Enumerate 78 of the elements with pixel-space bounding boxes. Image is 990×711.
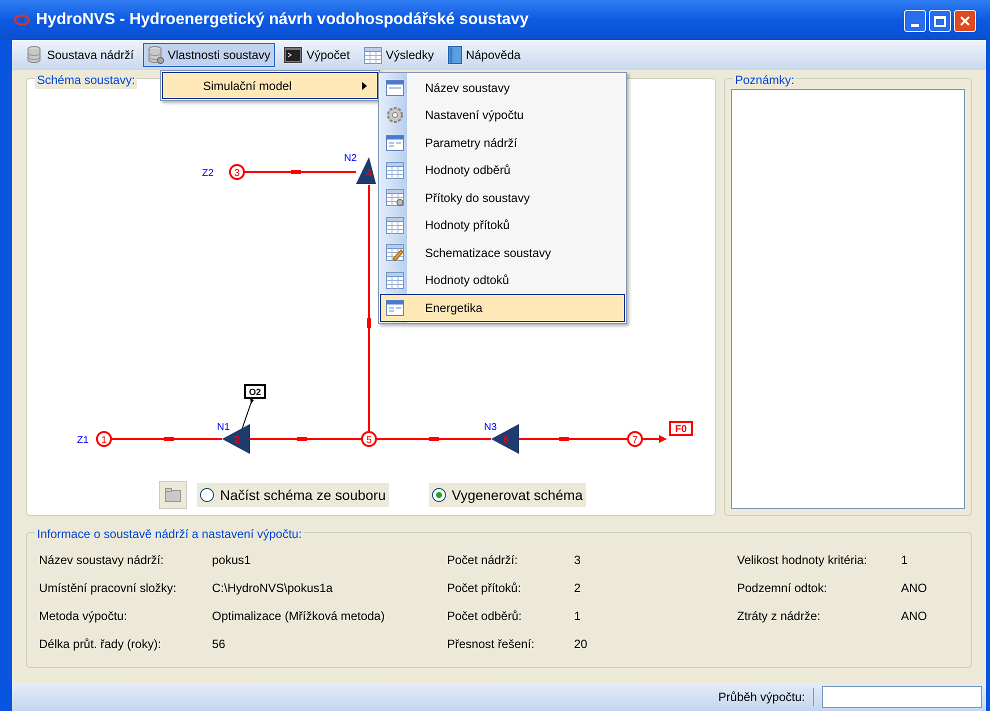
reservoir-triangle: 4 bbox=[356, 157, 376, 184]
submenu-entry[interactable]: Hodnoty odběrů bbox=[380, 156, 625, 184]
submenu-entry[interactable]: Název soustavy bbox=[380, 74, 625, 102]
open-file-button[interactable] bbox=[159, 481, 187, 509]
info-value: Optimalizace (Mřížková metoda) bbox=[212, 608, 385, 623]
node-circle: 7 bbox=[627, 431, 643, 447]
table-gear-icon bbox=[386, 189, 404, 206]
menu-item[interactable]: Nápověda bbox=[442, 43, 526, 67]
maximize-button[interactable] bbox=[929, 10, 951, 32]
node-label: Z2 bbox=[202, 168, 214, 179]
info-value: 3 bbox=[574, 552, 581, 567]
info-label: Přesnost řešení: bbox=[447, 636, 536, 651]
menu-item[interactable]: Soustava nádrží bbox=[22, 43, 139, 67]
radio-button[interactable] bbox=[432, 488, 446, 502]
menu-entry[interactable]: Simulační model bbox=[162, 72, 378, 99]
reservoir-label: N3 bbox=[484, 422, 497, 433]
submenu-entry[interactable]: Nastavení výpočtu bbox=[380, 102, 625, 129]
outflow-arrow bbox=[642, 435, 667, 443]
submenu-entry[interactable]: Energetika bbox=[380, 294, 625, 322]
gear-icon bbox=[386, 106, 404, 124]
node-circle: 3 bbox=[229, 164, 245, 180]
info-value: 20 bbox=[574, 636, 588, 651]
submenu-entry[interactable]: Přítoky do soustavy bbox=[380, 184, 625, 212]
node-circle: 1 bbox=[96, 431, 112, 447]
close-icon bbox=[960, 16, 970, 26]
table-icon bbox=[364, 46, 382, 64]
info-label: Délka průt. řady (roky): bbox=[39, 636, 162, 651]
reservoir-label: N1 bbox=[217, 422, 230, 433]
info-value: 1 bbox=[901, 552, 908, 567]
info-label: Ztráty z nádrže: bbox=[737, 608, 822, 623]
info-label: Počet nádrží: bbox=[447, 552, 519, 567]
database-icon bbox=[27, 46, 43, 64]
info-label: Podzemní odtok: bbox=[737, 580, 828, 595]
info-label: Metoda výpočtu: bbox=[39, 608, 128, 623]
table-icon bbox=[386, 162, 404, 179]
info-value: 2 bbox=[574, 580, 581, 595]
close-button[interactable] bbox=[954, 10, 976, 32]
status-label: Průběh výpočtu: bbox=[718, 689, 805, 706]
outlet-box: F0 bbox=[669, 421, 693, 436]
console-icon bbox=[284, 47, 302, 63]
info-value: ANO bbox=[901, 580, 928, 595]
table-icon bbox=[386, 216, 404, 234]
info-label: Velikost hodnoty kritéria: bbox=[737, 552, 868, 567]
submenu-entry[interactable]: Parametry nádrží bbox=[380, 129, 625, 156]
table-pencil-icon bbox=[386, 244, 404, 262]
info-value: C:\HydroNVS\pokus1a bbox=[212, 580, 333, 595]
info-value: pokus1 bbox=[212, 552, 251, 567]
info-value: ANO bbox=[901, 608, 928, 623]
book-icon bbox=[448, 46, 462, 64]
table-icon bbox=[386, 272, 404, 289]
app-logo-icon bbox=[14, 14, 30, 26]
window-icon bbox=[386, 80, 404, 96]
radio-button[interactable] bbox=[200, 488, 214, 502]
menu-item[interactable]: Vlastnosti soustavy bbox=[142, 43, 276, 67]
submenu-entry[interactable]: Hodnoty přítoků bbox=[380, 212, 625, 239]
window-title: HydroNVS - Hydroenergetický návrh vodohospodářské soustavy bbox=[36, 10, 530, 30]
node-circle: 5 bbox=[361, 431, 377, 447]
radio-option[interactable]: Vygenerovat schéma bbox=[428, 483, 586, 507]
submenu-arrow-icon bbox=[362, 82, 367, 90]
reservoir-label: N2 bbox=[344, 153, 357, 164]
info-label: Počet odběrů: bbox=[447, 608, 523, 623]
info-label: Umístění pracovní složky: bbox=[39, 580, 178, 595]
form-icon bbox=[386, 300, 404, 316]
minimize-button[interactable] bbox=[904, 10, 926, 32]
menu-item[interactable]: Výpočet bbox=[279, 43, 355, 67]
radio-option[interactable]: Načíst schéma ze souboru bbox=[197, 483, 389, 507]
info-value: 56 bbox=[212, 636, 226, 651]
info-label: Počet přítoků: bbox=[447, 580, 522, 595]
folder-icon bbox=[165, 488, 181, 502]
info-label: Název soustavy nádrží: bbox=[39, 552, 165, 567]
database-gear-icon bbox=[148, 46, 164, 64]
withdrawal-box: O2 bbox=[244, 384, 266, 399]
submenu-entry[interactable]: Hodnoty odtoků bbox=[380, 266, 625, 294]
info-value: 1 bbox=[574, 608, 581, 623]
menu-item[interactable]: Výsledky bbox=[358, 43, 439, 67]
submenu-entry[interactable]: Schematizace soustavy bbox=[380, 239, 625, 266]
form-icon bbox=[386, 134, 404, 151]
node-label: Z1 bbox=[77, 435, 89, 446]
